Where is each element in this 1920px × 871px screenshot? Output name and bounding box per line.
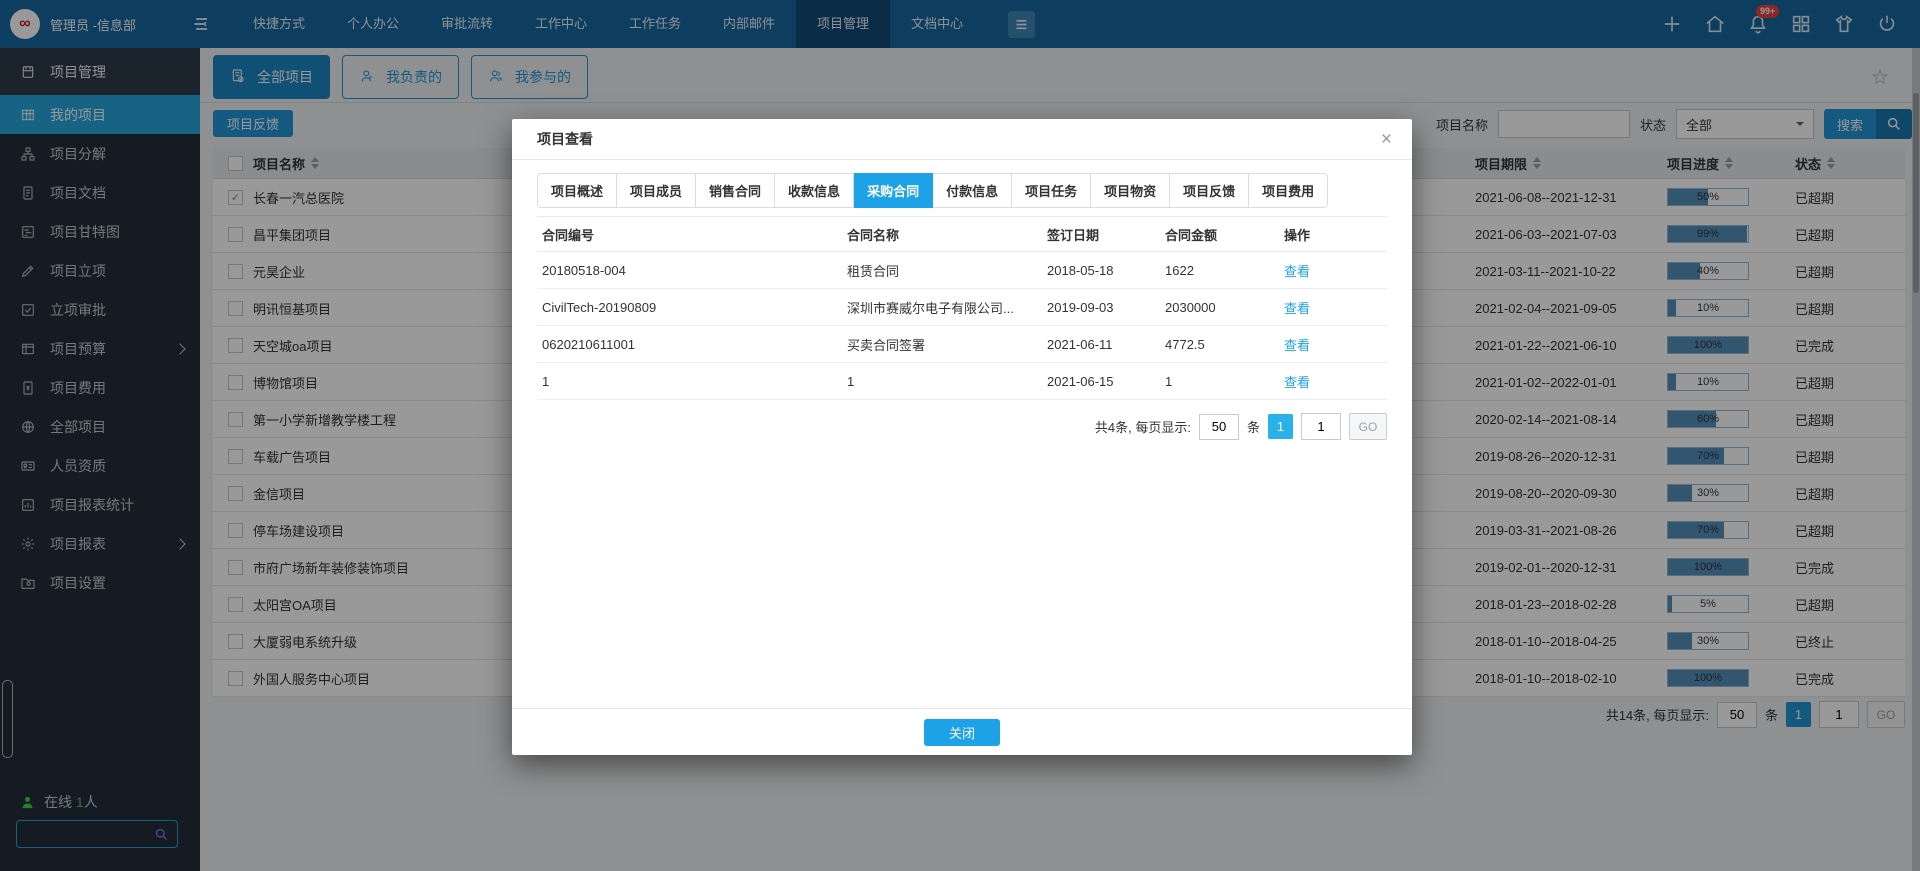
pagination-total: 共4条, 每页显示: [1095,417,1191,436]
modal-tab[interactable]: 销售合同 [696,173,775,208]
contract-row: CivilTech-20190809深圳市赛威尔电子有限公司...2019-09… [537,289,1387,326]
modal-header: 项目查看 × [512,119,1412,160]
contract-row: 20180518-004租赁合同2018-05-181622 查看 [537,252,1387,289]
view-link[interactable]: 查看 [1284,338,1310,353]
contract-name: 1 [842,374,1042,389]
contract-row: 112021-06-151查看 [537,363,1387,400]
contract-row: 0620210611001买卖合同签署2021-06-114772.5 查看 [537,326,1387,363]
modal-footer: 关闭 [512,708,1412,755]
contract-name: 租赁合同 [842,261,1042,280]
view-link[interactable]: 查看 [1284,301,1310,316]
contract-no: CivilTech-20190809 [537,300,842,315]
view-link[interactable]: 查看 [1284,264,1310,279]
col-contract-name: 合同名称 [842,225,1042,244]
contract-table-header: 合同编号 合同名称 签订日期 合同金额 操作 [537,216,1387,252]
col-amount: 合同金额 [1160,225,1279,244]
col-contract-no: 合同编号 [537,225,842,244]
contract-table-body: 20180518-004租赁合同2018-05-181622查看CivilTec… [537,252,1387,400]
contract-amount: 1622 [1160,263,1279,278]
modal-tab[interactable]: 项目成员 [617,173,696,208]
current-page-button[interactable]: 1 [1268,414,1293,439]
modal-tab[interactable]: 收款信息 [775,173,854,208]
modal-tab[interactable]: 项目反馈 [1170,173,1249,208]
view-link[interactable]: 查看 [1284,375,1310,390]
contract-no: 1 [537,374,842,389]
contract-table: 合同编号 合同名称 签订日期 合同金额 操作 20180518-004租赁合同2… [537,216,1387,400]
contract-name: 买卖合同签署 [842,335,1042,354]
pagination-unit: 条 [1247,417,1260,436]
modal-tab[interactable]: 项目任务 [1012,173,1091,208]
modal-tab[interactable]: 项目概述 [537,173,617,208]
modal-tabs: 项目概述项目成员销售合同收款信息采购合同付款信息项目任务项目物资项目反馈项目费用 [537,173,1387,208]
col-sign-date: 签订日期 [1042,225,1160,244]
modal-tab[interactable]: 项目费用 [1249,173,1328,208]
sign-date: 2021-06-15 [1042,374,1160,389]
sign-date: 2019-09-03 [1042,300,1160,315]
contract-no: 20180518-004 [537,263,842,278]
goto-page-input[interactable] [1301,413,1341,440]
close-icon[interactable]: × [1381,130,1392,149]
col-actions: 操作 [1279,225,1387,244]
contract-amount: 2030000 [1160,300,1279,315]
go-button[interactable]: GO [1349,413,1387,440]
contract-amount: 4772.5 [1160,337,1279,352]
contract-name: 深圳市赛威尔电子有限公司... [842,298,1042,317]
modal-tab[interactable]: 项目物资 [1091,173,1170,208]
close-button[interactable]: 关闭 [924,719,1000,746]
modal-tab[interactable]: 采购合同 [854,173,933,208]
page-size-input[interactable] [1199,414,1239,440]
modal-pagination: 共4条, 每页显示: 条 1 GO [537,413,1387,440]
project-view-modal: 项目查看 × 项目概述项目成员销售合同收款信息采购合同付款信息项目任务项目物资项… [512,119,1412,755]
contract-amount: 1 [1160,374,1279,389]
contract-no: 0620210611001 [537,337,842,352]
modal-tab[interactable]: 付款信息 [933,173,1012,208]
modal-title: 项目查看 [537,129,593,149]
sign-date: 2021-06-11 [1042,337,1160,352]
sign-date: 2018-05-18 [1042,263,1160,278]
